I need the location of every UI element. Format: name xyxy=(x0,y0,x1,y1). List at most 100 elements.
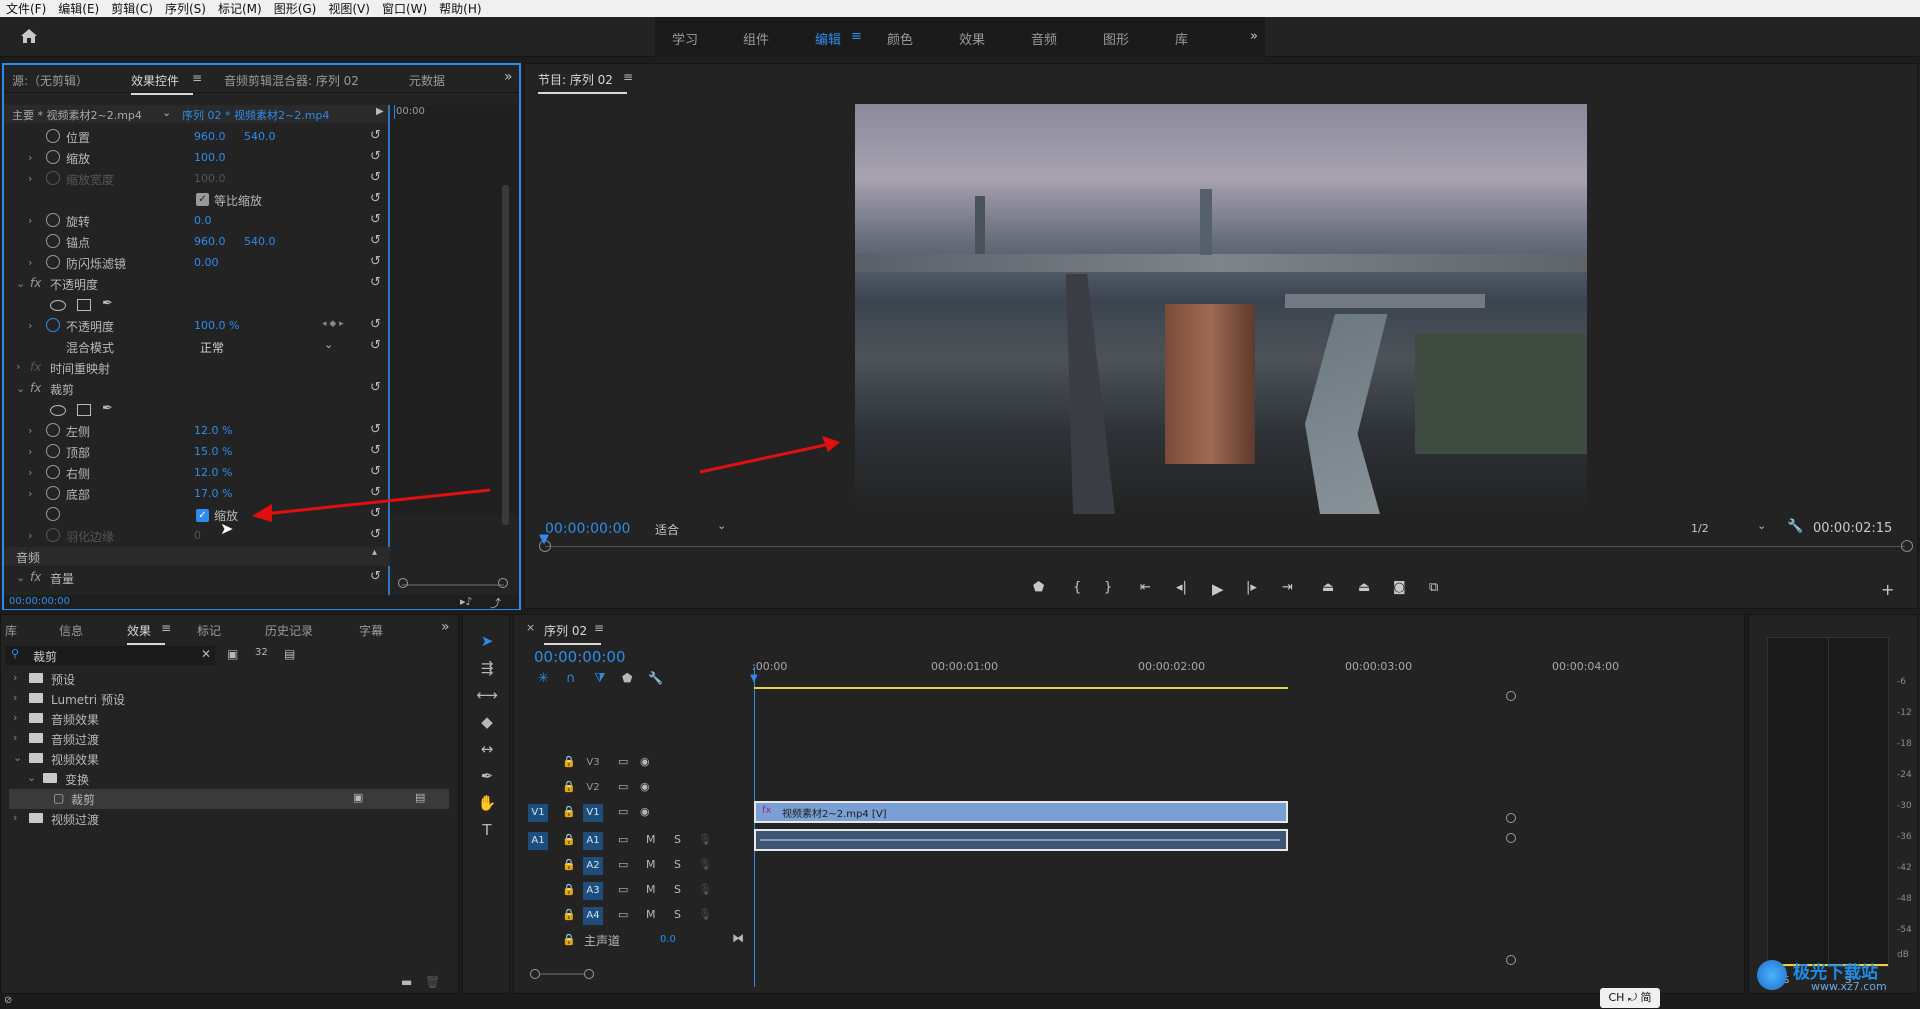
track-a4[interactable]: 🔒 A4 ▭ M S 🎙 xyxy=(512,904,1722,929)
zoom-scrollbar[interactable] xyxy=(540,973,584,975)
scroll-handle[interactable] xyxy=(1506,691,1516,701)
prop-scale[interactable]: › 缩放 100.0 ↺ xyxy=(12,148,388,169)
ellipse-mask-icon[interactable] xyxy=(50,405,66,416)
lock-icon[interactable]: 🔒 xyxy=(562,780,576,793)
sync-lock-icon[interactable]: ▭ xyxy=(618,858,628,871)
workspace-color[interactable]: 颜色 xyxy=(887,29,913,48)
more-panels-icon[interactable]: » xyxy=(504,69,513,85)
play-icon[interactable]: ▶ xyxy=(1212,580,1224,598)
chevron-down-icon[interactable]: ⌄ xyxy=(13,751,22,764)
solo-icon[interactable]: S xyxy=(674,833,681,846)
panel-menu-icon[interactable]: ≡ xyxy=(623,70,633,84)
chevron-right-icon[interactable]: › xyxy=(13,691,17,704)
chevron-down-icon[interactable]: ⌄ xyxy=(324,338,333,351)
go-to-in-icon[interactable]: ⇤ xyxy=(1140,580,1151,595)
lock-icon[interactable]: 🔒 xyxy=(562,833,576,846)
mute-icon[interactable]: M xyxy=(646,883,656,896)
crop-zoom-checkbox[interactable]: ✓ xyxy=(196,509,209,522)
tab-markers[interactable]: 标记 xyxy=(197,622,221,639)
solo-icon[interactable]: S xyxy=(674,883,681,896)
chevron-down-icon[interactable]: ⌄ xyxy=(27,771,36,784)
prop-blend-mode[interactable]: 混合模式 正常 ⌄ ↺ xyxy=(12,337,388,358)
32bit-effects-icon[interactable]: 32 xyxy=(255,647,268,658)
chevron-down-icon[interactable]: ⌄ xyxy=(16,571,25,584)
reset-icon[interactable]: ↺ xyxy=(370,317,381,332)
workspace-audio[interactable]: 音频 xyxy=(1031,29,1057,48)
list-item-transform[interactable]: ⌄ 变换 xyxy=(9,769,449,789)
chevron-right-icon[interactable]: › xyxy=(28,424,32,437)
yuv-effects-icon[interactable]: ▤ xyxy=(284,647,295,661)
workspace-libraries[interactable]: 库 xyxy=(1175,29,1188,48)
tab-source[interactable]: 源:（无剪辑） xyxy=(12,72,88,89)
stopwatch-icon[interactable] xyxy=(46,444,60,458)
reset-icon[interactable]: ↺ xyxy=(370,443,381,458)
reset-icon[interactable]: ↺ xyxy=(370,149,381,164)
prop-crop-top[interactable]: › 顶部 15.0 % ↺ xyxy=(12,442,388,463)
workspace-graphics[interactable]: 图形 xyxy=(1103,29,1129,48)
reset-icon[interactable]: ↺ xyxy=(370,380,381,395)
work-area-bar[interactable] xyxy=(754,687,1288,689)
search-box[interactable]: ⚲ 裁剪 ✕ xyxy=(5,646,215,665)
menu-help[interactable]: 帮助(H) xyxy=(439,0,481,17)
list-item-presets[interactable]: › 预设 xyxy=(9,669,449,689)
tab-libraries[interactable]: 库 xyxy=(5,622,17,639)
insert-icon[interactable]: ⧩ xyxy=(594,671,606,686)
reset-icon[interactable]: ↺ xyxy=(370,338,381,353)
sync-lock-icon[interactable]: ▭ xyxy=(618,755,628,768)
list-item-lumetri-presets[interactable]: › Lumetri 预设 xyxy=(9,689,449,709)
mic-icon[interactable]: 🎙 xyxy=(698,833,712,846)
track-mix[interactable]: 🔒 主声道 0.0 ⧓ xyxy=(512,929,1722,954)
workspace-editing[interactable]: 编辑 xyxy=(815,29,841,48)
lock-icon[interactable]: 🔒 xyxy=(562,933,576,946)
fx-icon[interactable]: fx xyxy=(30,570,41,584)
zoom-scrollbar[interactable] xyxy=(402,584,504,586)
go-to-end-icon[interactable]: ⧓ xyxy=(732,931,744,945)
keyframe-area[interactable]: 00:00 xyxy=(390,105,518,525)
zoom-handle-left[interactable] xyxy=(530,969,540,979)
sync-lock-icon[interactable]: ▭ xyxy=(618,883,628,896)
chevron-right-icon[interactable]: › xyxy=(28,466,32,479)
eye-icon[interactable]: ◉ xyxy=(640,755,650,768)
camera-icon[interactable]: ◙ xyxy=(1393,580,1406,595)
workspace-menu-icon[interactable]: ≡ xyxy=(851,29,862,44)
stopwatch-icon[interactable] xyxy=(46,318,60,332)
prop-anchor[interactable]: 锚点 960.0 540.0 ↺ xyxy=(12,232,388,253)
wrench-icon[interactable]: 🔧 xyxy=(648,671,663,685)
workspace-effects[interactable]: 效果 xyxy=(959,29,985,48)
scrub-bar[interactable] xyxy=(545,546,1905,547)
mic-icon[interactable]: 🎙 xyxy=(698,858,712,871)
chevron-right-icon[interactable]: › xyxy=(13,811,17,824)
chevron-right-icon[interactable]: › xyxy=(13,731,17,744)
chevron-down-icon[interactable]: ⌄ xyxy=(162,106,171,119)
master-clip-label[interactable]: 主要 * 视频素材2~2.mp4 xyxy=(12,107,142,123)
effect-time-remap-header[interactable]: › fx 时间重映射 xyxy=(12,358,388,379)
solo-icon[interactable]: S xyxy=(674,908,681,921)
mic-icon[interactable]: 🎙 xyxy=(698,883,712,896)
collapse-icon[interactable]: ▴ xyxy=(372,547,377,558)
snap-icon[interactable]: ✳ xyxy=(538,671,549,686)
eye-icon[interactable]: ◉ xyxy=(640,780,650,793)
effect-opacity-header[interactable]: ⌄ fx 不透明度 ↺ xyxy=(12,274,388,295)
chevron-down-icon[interactable]: ⌄ xyxy=(1757,519,1766,532)
lock-icon[interactable]: 🔒 xyxy=(562,908,576,921)
timeline-title[interactable]: 序列 02 xyxy=(544,622,602,645)
reset-icon[interactable]: ↺ xyxy=(370,464,381,479)
chevron-down-icon[interactable]: ⌄ xyxy=(16,277,25,290)
stopwatch-icon[interactable] xyxy=(46,423,60,437)
play-only-icon[interactable]: ▶ xyxy=(376,106,384,117)
lift-icon[interactable]: ⏏ xyxy=(1322,580,1334,595)
menu-file[interactable]: 文件(F) xyxy=(6,0,46,17)
home-icon[interactable] xyxy=(20,28,38,44)
stopwatch-icon[interactable] xyxy=(46,234,60,248)
mute-icon[interactable]: M xyxy=(646,908,656,921)
sync-lock-icon[interactable]: ▭ xyxy=(618,833,628,846)
chevron-right-icon[interactable]: › xyxy=(28,256,32,269)
pen-mask-icon[interactable]: ✒ xyxy=(102,296,113,311)
list-item-audio-effects[interactable]: › 音频效果 xyxy=(9,709,449,729)
zoom-handle-left[interactable] xyxy=(398,578,408,588)
tab-metadata[interactable]: 元数据 xyxy=(409,72,445,89)
chevron-right-icon[interactable]: › xyxy=(28,445,32,458)
track-v3[interactable]: 🔒 V3 ▭ ◉ xyxy=(512,751,1722,776)
tab-effect-controls[interactable]: 效果控件 xyxy=(131,72,194,95)
prop-rotation[interactable]: › 旋转 0.0 ↺ xyxy=(12,211,388,232)
